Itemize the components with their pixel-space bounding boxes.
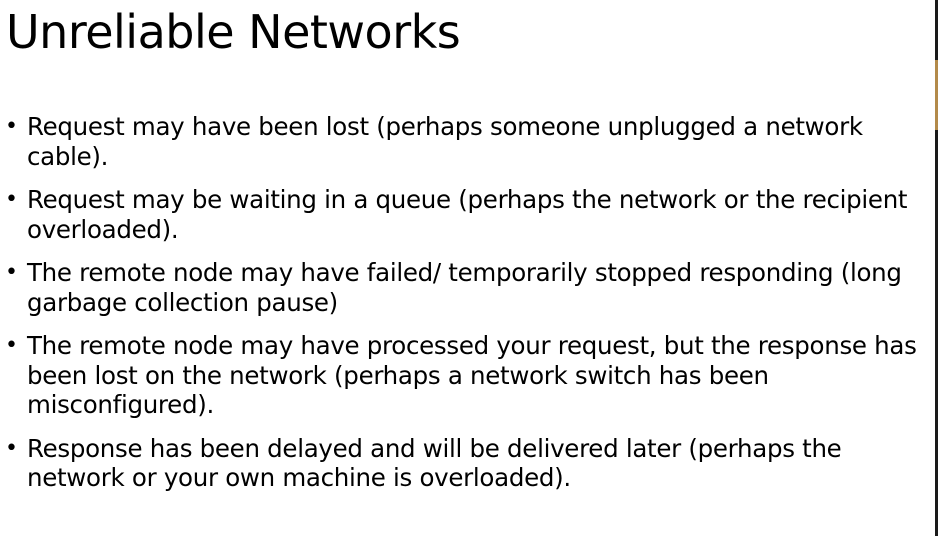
- slide: Unreliable Networks • Request may have b…: [0, 0, 938, 536]
- bullet-line: Request may be waiting in a queue (perha…: [27, 185, 908, 214]
- bullet-line: been lost on the network (perhaps a netw…: [27, 360, 769, 390]
- bullet-line: cable).: [27, 141, 109, 171]
- slide-title: Unreliable Networks: [6, 5, 461, 59]
- bullet-line: garbage collection pause): [27, 287, 338, 317]
- bullet-line: Request may have been lost (perhaps some…: [27, 112, 863, 141]
- bullet-item: • Request may have been lost (perhaps so…: [0, 112, 938, 171]
- bullet-item: • Request may be waiting in a queue (per…: [0, 185, 938, 244]
- bullet-line: Response has been delayed and will be de…: [27, 433, 842, 463]
- bullet-line: misconfigured).: [27, 390, 214, 419]
- bullet-marker: •: [5, 435, 18, 461]
- bullet-line: overloaded).: [27, 214, 179, 244]
- bullet-line: The remote node may have failed/ tempora…: [27, 258, 902, 287]
- bullet-marker: •: [5, 114, 18, 139]
- bullet-line: network or your own machine is overloade…: [27, 463, 571, 492]
- bullet-marker: •: [5, 260, 18, 285]
- bullet-item: • The remote node may have processed you…: [0, 331, 938, 420]
- bullet-item: • The remote node may have failed/ tempo…: [0, 258, 938, 317]
- bullet-list: • Request may have been lost (perhaps so…: [0, 112, 938, 507]
- bullet-line: The remote node may have processed your …: [27, 331, 917, 360]
- bullet-marker: •: [5, 187, 18, 212]
- bullet-item: • Response has been delayed and will be …: [0, 434, 938, 493]
- bullet-marker: •: [5, 333, 18, 358]
